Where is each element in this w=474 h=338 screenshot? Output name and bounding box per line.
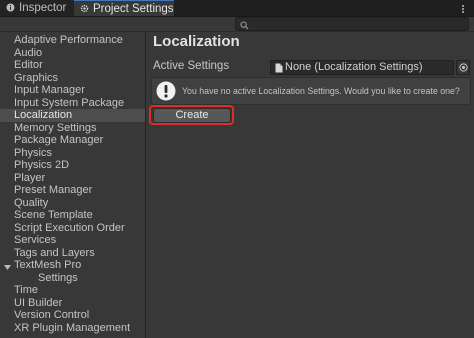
search-row (0, 17, 474, 31)
sidebar-item-label: Editor (14, 59, 43, 71)
sidebar-item-time[interactable]: Time (0, 284, 145, 297)
sidebar-item-tags-and-layers[interactable]: Tags and Layers (0, 247, 145, 260)
warning-icon (156, 81, 176, 104)
more-options-icon[interactable] (458, 3, 468, 13)
sidebar-item-label: Localization (14, 109, 73, 121)
tab-bar: Inspector Project Settings (0, 0, 474, 17)
sidebar-item-textmesh-settings[interactable]: Settings (0, 272, 145, 285)
page-title: Localization (153, 33, 240, 50)
sidebar-item-label: Services (14, 234, 57, 246)
sidebar-item-label: Preset Manager (14, 184, 93, 196)
asset-document-icon (275, 63, 283, 77)
sidebar-item-label: Physics (14, 146, 52, 159)
sidebar-item-scene-template[interactable]: Scene Template (0, 209, 145, 222)
active-settings-label: Active Settings (153, 60, 230, 72)
create-button[interactable]: Create (153, 108, 231, 123)
settings-main-panel: Localization Active Settings None (Local… (146, 32, 474, 338)
sidebar-item-label: Graphics (14, 71, 59, 84)
settings-sidebar: Adaptive Performance Audio Editor Graphi… (0, 32, 146, 338)
object-picker-button[interactable] (456, 60, 470, 75)
active-settings-field[interactable]: None (Localization Settings) (270, 60, 454, 75)
sidebar-item-preset-manager[interactable]: Preset Manager (0, 184, 145, 197)
tab-project-settings-label: Project Settings (93, 3, 174, 15)
sidebar-item-label: Audio (14, 46, 43, 59)
sidebar-item-package-manager[interactable]: Package Manager (0, 134, 145, 147)
sidebar-item-label: Physics 2D (14, 159, 70, 171)
sidebar-item-memory-settings[interactable]: Memory Settings (0, 122, 145, 135)
sidebar-item-editor[interactable]: Editor (0, 59, 145, 72)
sidebar-item-label: Input Manager (14, 84, 85, 96)
sidebar-item-textmesh-pro[interactable]: TextMesh Pro (0, 259, 145, 272)
search-icon (240, 19, 249, 33)
sidebar-item-adaptive-performance[interactable]: Adaptive Performance (0, 34, 145, 47)
sidebar-item-physics[interactable]: Physics (0, 147, 145, 160)
sidebar-item-localization[interactable]: Localization (0, 109, 145, 122)
tab-inspector[interactable]: Inspector (0, 0, 74, 16)
sidebar-item-input-system-package[interactable]: Input System Package (0, 97, 145, 110)
sidebar-item-label: Adaptive Performance (14, 34, 123, 46)
gear-icon (80, 4, 89, 13)
sidebar-item-input-manager[interactable]: Input Manager (0, 84, 145, 97)
help-box: You have no active Localization Settings… (151, 77, 471, 105)
tab-inspector-label: Inspector (19, 2, 67, 14)
sidebar-item-label: Package Manager (14, 134, 104, 146)
sidebar-item-label: TextMesh Pro (14, 259, 82, 271)
sidebar-item-ui-builder[interactable]: UI Builder (0, 297, 145, 310)
help-message: You have no active Localization Settings… (182, 86, 460, 96)
sidebar-item-physics-2d[interactable]: Physics 2D (0, 159, 145, 172)
sidebar-item-label: Memory Settings (14, 121, 97, 134)
sidebar-item-label: Scene Template (14, 209, 93, 221)
sidebar-item-label: XR Plugin Management (14, 321, 131, 334)
sidebar-item-label: Version Control (14, 309, 90, 321)
info-icon (6, 3, 15, 12)
sidebar-item-label: Quality (14, 196, 49, 209)
tab-project-settings[interactable]: Project Settings (74, 0, 174, 16)
sidebar-item-label: Input System Package (14, 96, 125, 109)
sidebar-item-label: Player (14, 171, 46, 184)
sidebar-item-services[interactable]: Services (0, 234, 145, 247)
sidebar-item-script-execution-order[interactable]: Script Execution Order (0, 222, 145, 235)
sidebar-item-quality[interactable]: Quality (0, 197, 145, 210)
sidebar-item-label: UI Builder (14, 296, 63, 309)
active-settings-value: None (Localization Settings) (285, 61, 423, 73)
sidebar-item-label: Settings (38, 271, 78, 284)
sidebar-item-graphics[interactable]: Graphics (0, 72, 145, 85)
sidebar-item-audio[interactable]: Audio (0, 47, 145, 60)
sidebar-item-version-control[interactable]: Version Control (0, 309, 145, 322)
sidebar-item-label: Script Execution Order (14, 221, 125, 234)
sidebar-item-xr-plugin-management[interactable]: XR Plugin Management (0, 322, 145, 335)
sidebar-item-label: Tags and Layers (14, 246, 95, 259)
sidebar-item-player[interactable]: Player (0, 172, 145, 185)
sidebar-item-label: Time (14, 284, 39, 296)
search-input[interactable] (235, 17, 469, 31)
